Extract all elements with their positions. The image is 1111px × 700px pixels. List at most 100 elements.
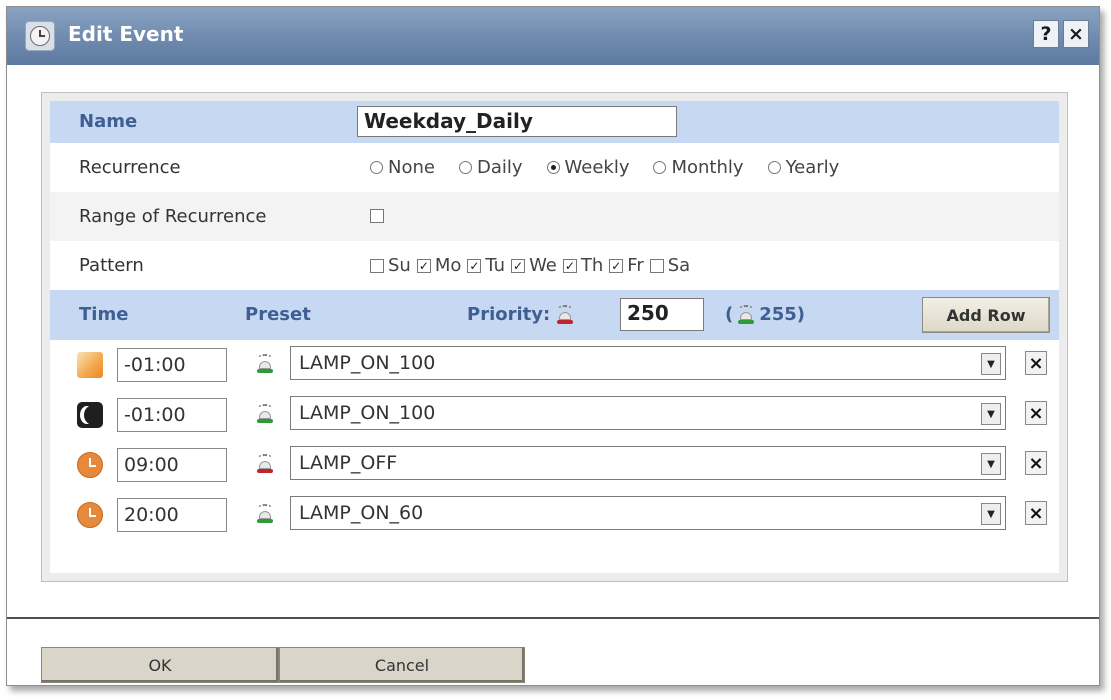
dropdown-arrow-icon[interactable]: ▼ — [981, 403, 1001, 425]
day-label: Tu — [485, 255, 506, 276]
day-option[interactable]: ✓ We — [511, 255, 557, 276]
recurrence-option-label: Monthly — [671, 157, 744, 178]
day-label: Sa — [667, 255, 691, 276]
clock-icon — [25, 21, 55, 51]
table-header: Time Preset Priority: 250 ( 255) Add Row — [50, 290, 1059, 340]
help-button[interactable]: ? — [1033, 20, 1059, 48]
delete-row-button[interactable]: × — [1025, 401, 1047, 425]
recurrence-option-label: None — [388, 157, 435, 178]
table-row: -01:00 LAMP_ON_100 ▼ × — [50, 340, 1059, 390]
priority-label: Priority: — [467, 304, 551, 325]
clock-icon — [77, 452, 103, 478]
preset-header: Preset — [245, 304, 311, 325]
delete-row-button[interactable]: × — [1025, 501, 1047, 525]
time-offset-input[interactable]: -01:00 — [117, 348, 227, 382]
day-option[interactable]: Su — [370, 255, 411, 276]
recurrence-option[interactable]: Weekly — [546, 157, 630, 178]
radio-button[interactable] — [458, 161, 472, 174]
recurrence-options: None Daily Weekly Monthly Yearly — [370, 157, 863, 178]
table-row: 09:00 LAMP_OFF ▼ × — [50, 440, 1059, 490]
day-checkbox[interactable]: ✓ — [416, 258, 431, 273]
recurrence-label: Recurrence — [79, 157, 181, 178]
delete-row-button[interactable]: × — [1025, 451, 1047, 475]
lamp-icon — [256, 504, 274, 524]
moon-icon — [77, 402, 103, 428]
preset-value: LAMP_ON_60 — [299, 502, 424, 524]
lamp-icon — [737, 304, 755, 325]
preset-select[interactable]: LAMP_OFF ▼ — [290, 446, 1006, 480]
dropdown-arrow-icon[interactable]: ▼ — [981, 353, 1001, 375]
recurrence-option[interactable]: None — [370, 157, 435, 178]
preset-select[interactable]: LAMP_ON_100 ▼ — [290, 346, 1006, 380]
day-label: Su — [388, 255, 411, 276]
lamp-icon — [556, 304, 574, 325]
add-row-button[interactable]: Add Row — [922, 297, 1050, 333]
sunrise-icon — [77, 352, 103, 378]
radio-button[interactable] — [546, 161, 560, 174]
radio-button[interactable] — [370, 161, 383, 174]
max-priority-open: ( — [725, 304, 734, 325]
preset-select[interactable]: LAMP_ON_100 ▼ — [290, 396, 1006, 430]
day-label: Mo — [434, 255, 462, 276]
day-checkboxes: Su ✓ Mo ✓ Tu ✓ We ✓ Th ✓ Fr Sa — [370, 255, 696, 276]
time-offset-input[interactable]: 09:00 — [117, 448, 227, 482]
max-priority-value: 255) — [759, 304, 806, 325]
close-button[interactable]: × — [1063, 20, 1089, 48]
lamp-icon — [256, 454, 274, 474]
event-form-panel: Name Weekday_Daily Recurrence None Daily W… — [41, 92, 1068, 582]
day-checkbox[interactable] — [649, 258, 664, 273]
table-row: 20:00 LAMP_ON_60 ▼ × — [50, 490, 1059, 540]
day-label: We — [529, 255, 557, 276]
day-label: Fr — [627, 255, 644, 276]
day-option[interactable]: ✓ Th — [562, 255, 604, 276]
clock-icon — [77, 502, 103, 528]
footer-divider — [7, 617, 1099, 619]
preset-select[interactable]: LAMP_ON_60 ▼ — [290, 496, 1006, 530]
day-option[interactable]: ✓ Fr — [609, 255, 644, 276]
preset-value: LAMP_ON_100 — [299, 352, 436, 374]
recurrence-option[interactable]: Daily — [458, 157, 523, 178]
name-label: Name — [79, 111, 138, 132]
time-offset-input[interactable]: -01:00 — [117, 398, 227, 432]
time-header: Time — [79, 304, 129, 325]
range-row: Range of Recurrence — [50, 192, 1059, 241]
time-offset-input[interactable]: 20:00 — [117, 498, 227, 532]
range-checkbox[interactable] — [370, 209, 384, 223]
edit-event-dialog: Edit Event ? × Name Weekday_Daily Recurr… — [6, 6, 1100, 686]
day-checkbox[interactable] — [370, 258, 384, 273]
pattern-label: Pattern — [79, 255, 144, 276]
priority-input[interactable]: 250 — [620, 298, 704, 331]
table-row: -01:00 LAMP_ON_100 ▼ × — [50, 390, 1059, 440]
day-option[interactable]: ✓ Tu — [467, 255, 505, 276]
day-checkbox[interactable]: ✓ — [609, 258, 624, 273]
day-option[interactable]: Sa — [649, 255, 691, 276]
pattern-row: Pattern Su ✓ Mo ✓ Tu ✓ We ✓ Th ✓ Fr Sa — [50, 241, 1059, 290]
dialog-title: Edit Event — [68, 22, 184, 46]
lamp-icon — [256, 404, 274, 424]
recurrence-option-label: Yearly — [785, 157, 840, 178]
day-checkbox[interactable]: ✓ — [562, 258, 577, 273]
recurrence-option[interactable]: Monthly — [653, 157, 744, 178]
preset-value: LAMP_ON_100 — [299, 402, 436, 424]
day-checkbox[interactable]: ✓ — [511, 258, 526, 273]
name-input[interactable]: Weekday_Daily — [357, 106, 677, 137]
day-option[interactable]: ✓ Mo — [416, 255, 462, 276]
dropdown-arrow-icon[interactable]: ▼ — [981, 503, 1001, 525]
day-label: Th — [580, 255, 604, 276]
title-bar[interactable]: Edit Event ? × — [7, 7, 1099, 65]
recurrence-option-label: Weekly — [564, 157, 630, 178]
day-checkbox[interactable]: ✓ — [467, 258, 482, 273]
name-row: Name Weekday_Daily — [50, 101, 1059, 143]
ok-button[interactable]: OK — [41, 647, 279, 683]
preset-value: LAMP_OFF — [299, 452, 398, 474]
delete-row-button[interactable]: × — [1025, 351, 1047, 375]
recurrence-option[interactable]: Yearly — [767, 157, 840, 178]
range-label: Range of Recurrence — [79, 206, 267, 227]
dropdown-arrow-icon[interactable]: ▼ — [981, 453, 1001, 475]
recurrence-row: Recurrence None Daily Weekly Monthly Yearly — [50, 143, 1059, 192]
lamp-icon — [256, 354, 274, 374]
cancel-button[interactable]: Cancel — [279, 647, 525, 683]
radio-button[interactable] — [767, 161, 781, 174]
radio-button[interactable] — [653, 161, 667, 174]
recurrence-option-label: Daily — [476, 157, 523, 178]
